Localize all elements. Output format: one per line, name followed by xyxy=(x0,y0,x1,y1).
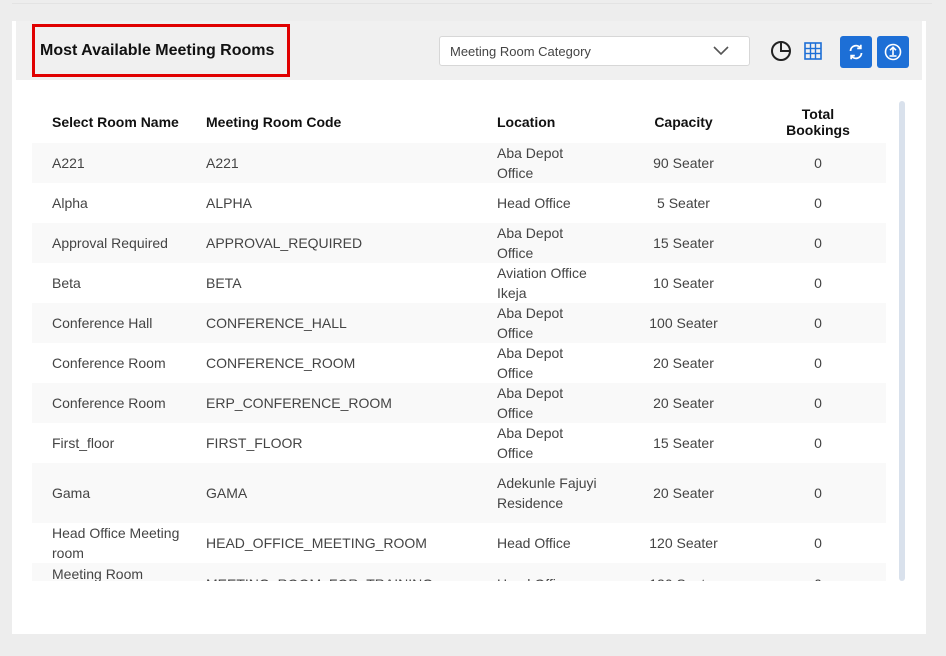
column-header-location[interactable]: Location xyxy=(477,114,597,130)
grid-icon[interactable] xyxy=(801,36,825,66)
capacity-cell: 15 Seater xyxy=(653,435,714,451)
location-cell: Aba Depot Office xyxy=(497,425,564,461)
room-name-cell: First_floor xyxy=(52,435,115,451)
table-row[interactable]: Conference Room ERP_CONFERENCE_ROOM Aba … xyxy=(32,383,886,423)
capacity-cell: 120 Seater xyxy=(597,564,770,581)
location-cell: Head Office xyxy=(497,535,571,551)
table-row[interactable]: A221 A221 Aba Depot Office 90 Seater 0 xyxy=(32,143,886,183)
bookings-cell: 0 xyxy=(814,535,822,551)
location-cell: Head Office xyxy=(497,195,571,211)
bookings-cell: 0 xyxy=(814,395,822,411)
room-code-cell: ERP_CONFERENCE_ROOM xyxy=(206,395,392,411)
column-header-room-name[interactable]: Select Room Name xyxy=(32,114,186,130)
bookings-cell: 0 xyxy=(814,435,822,451)
refresh-icon xyxy=(849,44,863,60)
bookings-cell: 0 xyxy=(770,564,866,581)
bookings-cell: 0 xyxy=(814,315,822,331)
room-code-cell: CONFERENCE_HALL xyxy=(206,315,347,331)
column-header-total-bookings[interactable]: Total Bookings xyxy=(770,106,866,138)
room-name-cell: Conference Room xyxy=(52,355,166,371)
capacity-cell: 20 Seater xyxy=(653,355,714,371)
bookings-cell: 0 xyxy=(814,235,822,251)
room-name-cell: Conference Hall xyxy=(52,315,153,331)
table-row[interactable]: Meeting Room MEETING_ROOM_FOR_TRAINING H… xyxy=(32,563,886,581)
room-code-cell: ALPHA xyxy=(206,195,252,211)
table-scrollbar[interactable] xyxy=(899,101,905,581)
table-row[interactable]: Head Office Meeting room HEAD_OFFICE_MEE… xyxy=(32,523,886,563)
meeting-room-category-select[interactable]: Meeting Room Category xyxy=(439,36,750,66)
capacity-cell: 90 Seater xyxy=(653,155,714,171)
category-select-value: Meeting Room Category xyxy=(450,43,591,59)
location-cell: Aviation Office Ikeja xyxy=(497,265,587,301)
room-name-cell: Alpha xyxy=(52,195,88,211)
upload-icon xyxy=(884,43,902,61)
card-header: Most Available Meeting Rooms Meeting Roo… xyxy=(16,21,922,80)
room-name-cell: Meeting Room xyxy=(52,566,144,581)
location-cell: Aba Depot Office xyxy=(497,305,564,341)
room-code-cell: CONFERENCE_ROOM xyxy=(206,355,356,371)
table-row[interactable]: Conference Hall CONFERENCE_HALL Aba Depo… xyxy=(32,303,886,343)
bookings-cell: 0 xyxy=(814,485,822,501)
capacity-cell: 5 Seater xyxy=(657,195,710,211)
card-title: Most Available Meeting Rooms xyxy=(40,41,275,59)
room-code-cell: A221 xyxy=(206,155,239,171)
room-name-cell: Head Office Meeting room xyxy=(52,525,180,561)
table-row[interactable]: Alpha ALPHA Head Office 5 Seater 0 xyxy=(32,183,886,223)
meeting-rooms-card: Most Available Meeting Rooms Meeting Roo… xyxy=(12,21,926,634)
location-cell: Aba Depot Office xyxy=(497,345,564,381)
location-cell: Adekunle Fajuyi Residence xyxy=(497,475,597,511)
bookings-cell: 0 xyxy=(814,355,822,371)
capacity-cell: 120 Seater xyxy=(649,535,718,551)
capacity-cell: 100 Seater xyxy=(649,315,718,331)
room-code-cell: FIRST_FLOOR xyxy=(206,435,303,451)
capacity-cell: 20 Seater xyxy=(653,485,714,501)
top-divider xyxy=(12,0,932,4)
location-cell: Aba Depot Office xyxy=(497,225,564,261)
room-name-cell: Conference Room xyxy=(52,395,166,411)
room-name-cell: A221 xyxy=(52,155,85,171)
room-code-cell: HEAD_OFFICE_MEETING_ROOM xyxy=(206,535,427,551)
table-row[interactable]: Gama GAMA Adekunle Fajuyi Residence 20 S… xyxy=(32,463,886,523)
table-row[interactable]: Beta BETA Aviation Office Ikeja 10 Seate… xyxy=(32,263,886,303)
column-header-room-code[interactable]: Meeting Room Code xyxy=(186,114,477,130)
room-name-cell: Gama xyxy=(52,485,91,501)
bookings-cell: 0 xyxy=(814,155,822,171)
bookings-cell: 0 xyxy=(814,195,822,211)
table-header: Select Room Name Meeting Room Code Locat… xyxy=(32,101,886,143)
pie-chart-icon[interactable] xyxy=(769,36,793,66)
refresh-button[interactable] xyxy=(840,36,872,68)
chevron-down-icon xyxy=(713,46,729,56)
column-header-capacity[interactable]: Capacity xyxy=(597,114,770,130)
location-cell: Aba Depot Office xyxy=(497,145,564,181)
room-name-cell: Approval Required xyxy=(52,235,168,251)
capacity-cell: 10 Seater xyxy=(653,275,714,291)
title-highlight: Most Available Meeting Rooms xyxy=(32,24,290,77)
location-cell: Head Office xyxy=(477,564,597,581)
export-button[interactable] xyxy=(877,36,909,68)
capacity-cell: 15 Seater xyxy=(653,235,714,251)
table-row[interactable]: First_floor FIRST_FLOOR Aba Depot Office… xyxy=(32,423,886,463)
table-row[interactable]: Conference Room CONFERENCE_ROOM Aba Depo… xyxy=(32,343,886,383)
bookings-cell: 0 xyxy=(814,275,822,291)
meeting-rooms-table: Select Room Name Meeting Room Code Locat… xyxy=(32,101,886,581)
room-code-cell: GAMA xyxy=(206,485,248,501)
room-code-cell: APPROVAL_REQUIRED xyxy=(206,235,363,251)
capacity-cell: 20 Seater xyxy=(653,395,714,411)
table-row[interactable]: Approval Required APPROVAL_REQUIRED Aba … xyxy=(32,223,886,263)
room-code-cell: BETA xyxy=(206,275,242,291)
location-cell: Aba Depot Office xyxy=(497,385,564,421)
room-name-cell: Beta xyxy=(52,275,81,291)
room-code-cell: MEETING_ROOM_FOR_TRAINING xyxy=(186,564,477,581)
